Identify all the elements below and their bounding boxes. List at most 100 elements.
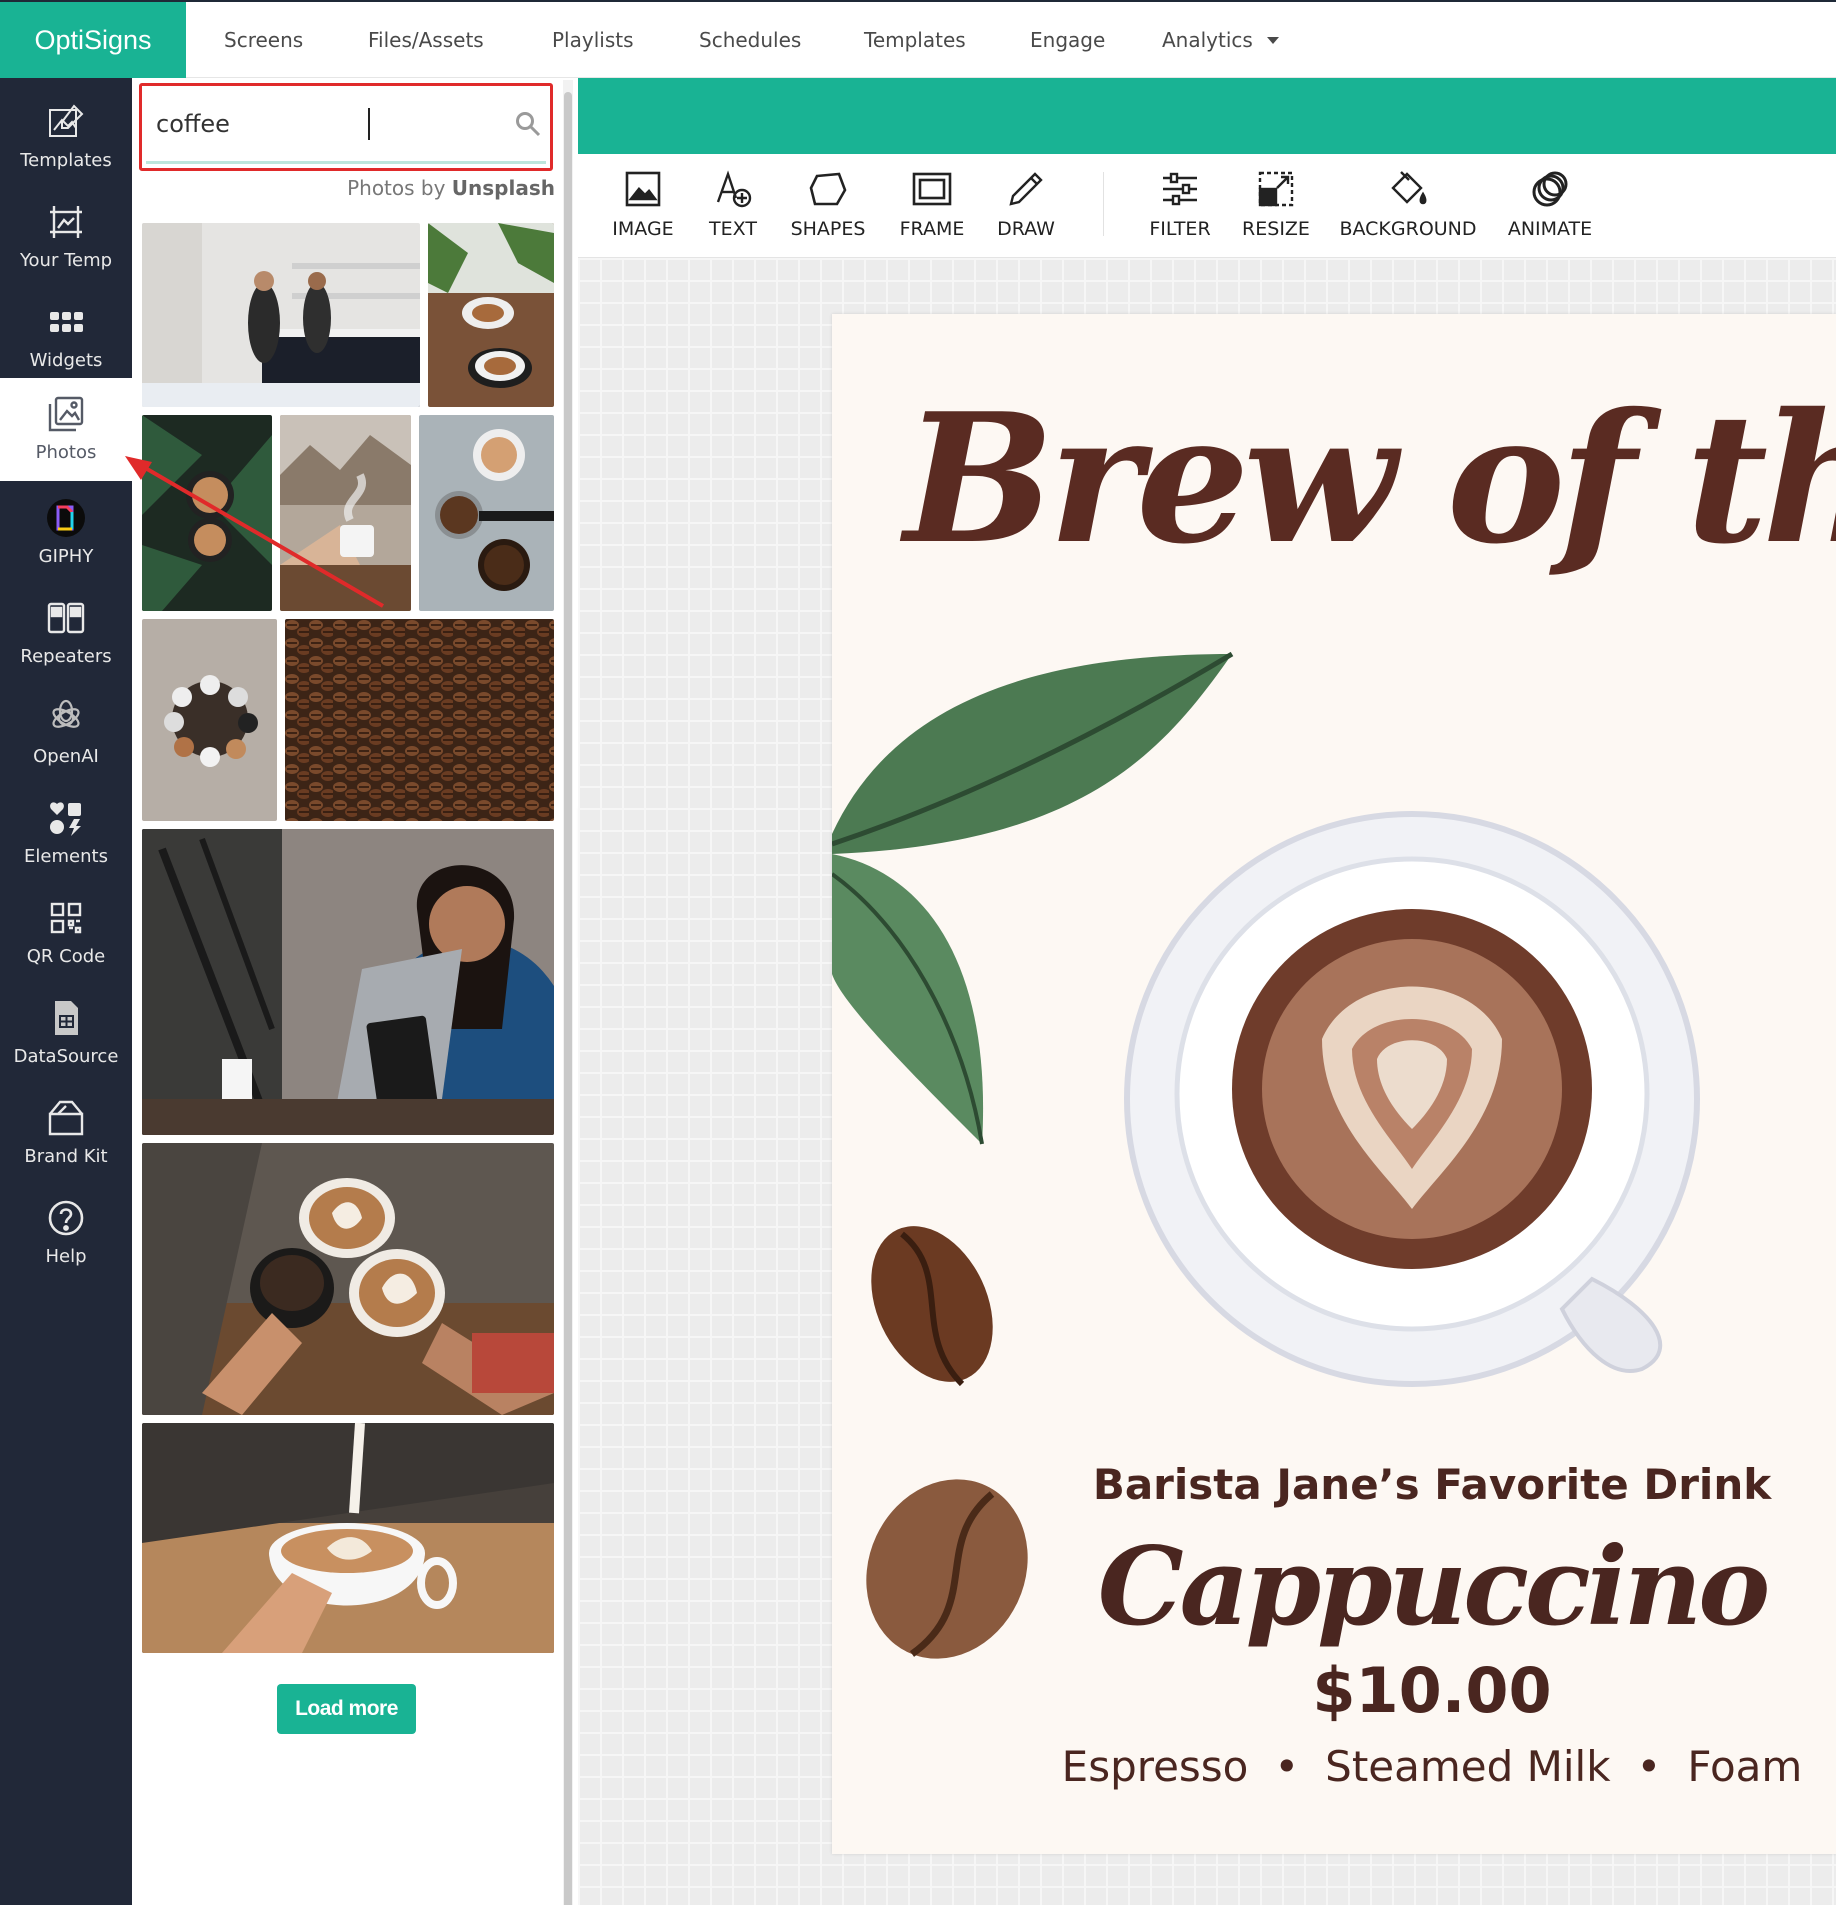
animate-icon [1532,171,1568,207]
cappuccino-illustration[interactable] [1122,809,1732,1409]
photo-thumbnail[interactable] [428,223,554,407]
photos-icon [48,396,84,432]
brand-logo[interactable]: OptiSigns [0,2,186,78]
sidebar-label: Repeaters [20,646,112,667]
photo-thumbnail[interactable] [142,415,272,611]
sidebar-item-repeaters[interactable]: Repeaters [0,582,132,682]
photo-thumbnail[interactable] [142,1143,554,1415]
nav-analytics[interactable]: Analytics [1162,2,1279,78]
photos-credit: Photos by Unsplash [300,176,555,200]
tool-background[interactable]: BACKGROUND [1339,168,1477,252]
sidebar-item-templates[interactable]: Templates [0,86,132,186]
tool-frame[interactable]: FRAME [896,168,968,252]
brand-kit-icon [48,1100,84,1136]
nav-templates[interactable]: Templates [864,2,966,78]
help-icon [48,1200,84,1236]
sidebar-label: OpenAI [33,746,99,767]
text-icon [716,170,752,208]
sidebar-item-qr-code[interactable]: QR Code [0,882,132,982]
photo-thumbnail[interactable] [285,619,554,821]
sidebar-label: Photos [35,442,97,463]
load-more-button[interactable]: Load more [277,1684,416,1734]
text-cursor [368,108,370,140]
scrollbar-thumb[interactable] [564,92,572,1905]
separator: • [1274,1742,1300,1791]
sidebar-label: Your Temp [19,250,113,271]
sidebar-item-widgets[interactable]: Widgets [0,286,132,386]
pencil-icon [1009,172,1043,206]
search-icon[interactable] [514,110,542,138]
tool-label: BACKGROUND [1339,218,1477,240]
tool-draw[interactable]: DRAW [994,168,1058,252]
tool-label: IMAGE [612,218,674,240]
chevron-down-icon [1266,36,1279,44]
photo-thumbnail[interactable] [142,829,554,1135]
openai-icon [52,699,80,728]
templates-icon [49,104,84,137]
shapes-icon [809,172,847,206]
tool-shapes[interactable]: SHAPES [788,168,868,252]
sidebar-label: DataSource [13,1046,119,1067]
editor-header-bar [578,78,1836,154]
widgets-icon [50,312,83,332]
design-ingredients[interactable]: Espresso • Steamed Milk • Foam [832,1742,1836,1791]
nav-label: Screens [224,28,304,52]
photo-thumbnail[interactable] [280,415,411,611]
tool-resize[interactable]: RESIZE [1240,168,1312,252]
sidebar-item-openai[interactable]: OpenAI [0,682,132,782]
tool-label: DRAW [997,218,1055,240]
sidebar-item-giphy[interactable]: GIPHY [0,482,132,582]
nav-label: Templates [864,28,966,52]
ingredient: Espresso [1061,1742,1249,1791]
image-icon [625,171,661,207]
credit-prefix: Photos by [347,176,446,200]
sidebar-item-your-templates[interactable]: Your Temp [0,186,132,286]
sidebar-item-brand-kit[interactable]: Brand Kit [0,1082,132,1182]
design-artboard[interactable]: Brew of the W Barista Jane’s Favorite Dr… [832,314,1836,1854]
top-navigation: OptiSigns Screens Files/Assets Playlists… [0,0,1836,78]
photo-thumbnail[interactable] [142,223,420,407]
your-templates-icon [50,206,82,238]
nav-screens[interactable]: Screens [224,2,303,78]
tool-label: RESIZE [1242,218,1310,240]
panel-scrollbar[interactable] [563,80,573,1905]
design-price[interactable]: $10.00 [832,1654,1836,1727]
frame-icon [912,172,952,206]
elements-icon [50,802,81,836]
search-field[interactable] [146,88,546,164]
search-input[interactable] [156,104,486,144]
photo-thumbnail[interactable] [142,1423,554,1653]
nav-playlists[interactable]: Playlists [552,2,634,78]
sidebar-item-photos[interactable]: Photos [0,378,132,481]
qr-code-icon [50,902,82,934]
unsplash-link[interactable]: Unsplash [452,176,555,200]
sidebar-item-elements[interactable]: Elements [0,782,132,882]
design-drink-name[interactable]: Cappuccino [832,1524,1836,1650]
datasource-icon [55,1001,78,1035]
nav-engage[interactable]: Engage [1030,2,1105,78]
photo-thumbnail[interactable] [419,415,554,611]
sidebar-label: Brand Kit [24,1146,108,1167]
tool-label: ANIMATE [1507,218,1593,240]
sidebar-label: Widgets [29,350,103,371]
sidebar-label: Help [45,1246,87,1267]
sidebar-label: QR Code [26,946,106,967]
sidebar-item-help[interactable]: Help [0,1182,132,1282]
toolbar-divider [1103,172,1104,236]
photo-thumbnail[interactable] [142,619,277,821]
resize-icon [1258,171,1294,207]
nav-files-assets[interactable]: Files/Assets [368,2,484,78]
tool-filter[interactable]: FILTER [1146,168,1214,252]
tool-animate[interactable]: ANIMATE [1506,168,1594,252]
tool-image[interactable]: IMAGE [612,168,674,252]
left-sidebar: Templates Your Temp Widgets Photos GIPHY… [0,78,132,1905]
design-title[interactable]: Brew of the W [904,374,1836,583]
nav-schedules[interactable]: Schedules [699,2,801,78]
nav-label: Engage [1030,28,1106,52]
tool-label: TEXT [709,218,757,240]
sidebar-item-datasource[interactable]: DataSource [0,982,132,1082]
sidebar-label: GIPHY [38,546,94,567]
design-subtitle[interactable]: Barista Jane’s Favorite Drink [832,1460,1836,1509]
tool-text[interactable]: TEXT [702,168,764,252]
coffee-bean-illustration[interactable] [852,1214,1012,1404]
